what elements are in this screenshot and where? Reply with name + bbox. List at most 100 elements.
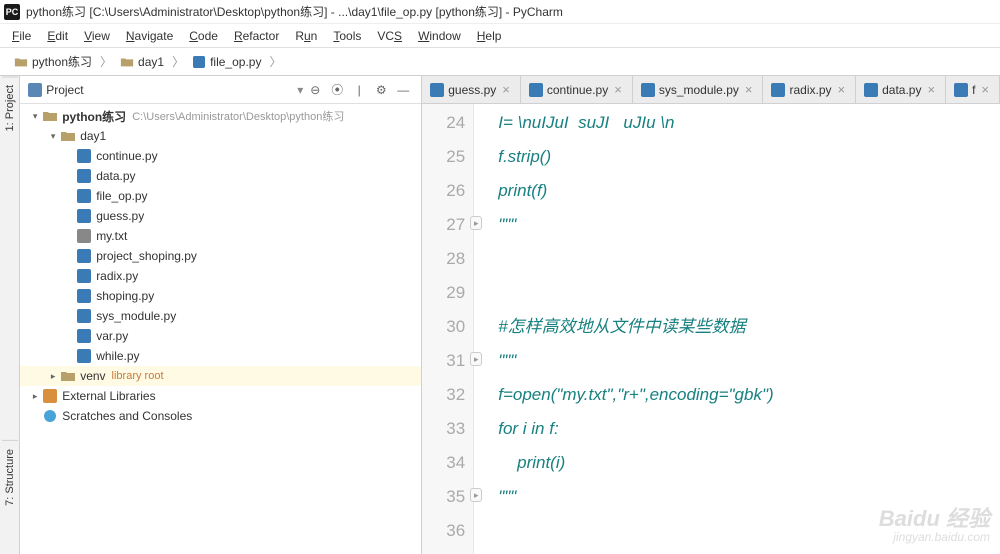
code-line[interactable]: """ [498, 208, 994, 242]
editor-tab[interactable]: guess.py × [422, 76, 521, 103]
tree-label: continue.py [96, 149, 157, 163]
python-file-icon [954, 83, 968, 97]
tree-file[interactable]: guess.py [20, 206, 421, 226]
tree-hint: library root [112, 370, 164, 382]
tab-label: sys_module.py [659, 83, 739, 97]
tree-label: day1 [80, 129, 106, 143]
menu-edit[interactable]: Edit [39, 27, 76, 45]
close-icon[interactable]: × [612, 82, 624, 97]
python-file-icon [641, 83, 655, 97]
tab-label: data.py [882, 83, 921, 97]
project-tree[interactable]: ▾ python练习 C:\Users\Administrator\Deskto… [20, 104, 421, 554]
close-icon[interactable]: × [743, 82, 755, 97]
main-area: 1: Project 7: Structure Project ▾ ⊖ ⦿ | … [0, 76, 1000, 554]
chevron-right-icon[interactable]: ▸ [28, 391, 42, 402]
chevron-down-icon[interactable]: ▾ [46, 131, 60, 142]
code-line[interactable]: print(f) [498, 174, 994, 208]
menu-help[interactable]: Help [469, 27, 510, 45]
folder-icon [42, 109, 58, 123]
left-tool-gutter: 1: Project 7: Structure [0, 76, 20, 554]
tool-tab-structure[interactable]: 7: Structure [2, 440, 18, 514]
chevron-down-icon[interactable]: ▾ [28, 111, 42, 122]
editor-tab[interactable]: continue.py × [521, 76, 633, 103]
tree-file[interactable]: data.py [20, 166, 421, 186]
tool-tab-label: 7: Structure [4, 449, 16, 506]
menu-bar: File Edit View Navigate Code Refactor Ru… [0, 24, 1000, 48]
code-line[interactable]: """ [498, 480, 994, 514]
code-line[interactable] [498, 548, 994, 554]
code-line[interactable] [498, 276, 994, 310]
close-icon[interactable]: × [925, 82, 937, 97]
tree-file[interactable]: while.py [20, 346, 421, 366]
editor-tab[interactable]: radix.py × [763, 76, 856, 103]
breadcrumb-file[interactable]: file_op.py [186, 53, 267, 71]
divider-icon: | [349, 80, 369, 100]
tree-file[interactable]: radix.py [20, 266, 421, 286]
chevron-down-icon[interactable]: ▾ [297, 83, 303, 97]
editor-tab[interactable]: data.py × [856, 76, 946, 103]
code-body[interactable]: I= \nuIJuI suJI uJIu \nf.strip()print(f)… [492, 104, 1000, 554]
tree-file[interactable]: shoping.py [20, 286, 421, 306]
code-line[interactable]: """ [498, 344, 994, 378]
tree-file[interactable]: continue.py [20, 146, 421, 166]
code-editor[interactable]: 2425262728293031323334353637 ▸▸▸ I= \nuI… [422, 104, 1000, 554]
menu-run[interactable]: Run [287, 27, 325, 45]
code-line[interactable]: f.strip() [498, 140, 994, 174]
python-file-icon [430, 83, 444, 97]
target-icon[interactable]: ⦿ [327, 80, 347, 100]
fold-marker[interactable]: ▸ [470, 216, 482, 230]
tab-label: radix.py [789, 83, 831, 97]
code-line[interactable]: f=open("my.txt","r+",encoding="gbk") [498, 378, 994, 412]
tree-label: data.py [96, 169, 135, 183]
code-line[interactable] [498, 242, 994, 276]
menu-refactor[interactable]: Refactor [226, 27, 287, 45]
tree-folder-venv[interactable]: ▸ venv library root [20, 366, 421, 386]
tab-label: continue.py [547, 83, 608, 97]
tree-external-libraries[interactable]: ▸ External Libraries [20, 386, 421, 406]
tool-tab-project[interactable]: 1: Project [2, 76, 18, 139]
tree-folder-day1[interactable]: ▾ day1 [20, 126, 421, 146]
hide-icon[interactable]: — [393, 80, 413, 100]
tree-label: venv [80, 369, 105, 383]
code-line[interactable]: #怎样高效地从文件中读某些数据 [498, 310, 994, 344]
menu-file[interactable]: File [4, 27, 39, 45]
text-file-icon [76, 229, 92, 243]
menu-vcs[interactable]: VCS [369, 27, 410, 45]
tree-label: file_op.py [96, 189, 147, 203]
code-line[interactable]: I= \nuIJuI suJI uJIu \n [498, 106, 994, 140]
tree-label: guess.py [96, 209, 144, 223]
tree-scratches[interactable]: Scratches and Consoles [20, 406, 421, 426]
tree-root[interactable]: ▾ python练习 C:\Users\Administrator\Deskto… [20, 106, 421, 126]
menu-window[interactable]: Window [410, 27, 469, 45]
code-line[interactable]: for i in f: [498, 412, 994, 446]
editor-tab[interactable]: sys_module.py × [633, 76, 764, 103]
gear-icon[interactable]: ⚙ [371, 80, 391, 100]
close-icon[interactable]: × [979, 82, 991, 97]
tree-file[interactable]: project_shoping.py [20, 246, 421, 266]
tree-label: External Libraries [62, 389, 155, 403]
tree-label: radix.py [96, 269, 138, 283]
close-icon[interactable]: × [500, 82, 512, 97]
breadcrumb-root[interactable]: python练习 [8, 51, 98, 72]
code-line[interactable] [498, 514, 994, 548]
menu-view[interactable]: View [76, 27, 118, 45]
code-line[interactable]: print(i) [498, 446, 994, 480]
menu-code[interactable]: Code [181, 27, 226, 45]
tree-file[interactable]: var.py [20, 326, 421, 346]
scratches-icon [42, 409, 58, 423]
menu-tools[interactable]: Tools [325, 27, 369, 45]
editor-tab[interactable]: f × [946, 76, 1000, 103]
fold-marker[interactable]: ▸ [470, 352, 482, 366]
breadcrumb-day1[interactable]: day1 [114, 53, 170, 71]
tree-label: project_shoping.py [96, 249, 197, 263]
tree-file[interactable]: file_op.py [20, 186, 421, 206]
python-file-icon [76, 169, 92, 183]
fold-marker[interactable]: ▸ [470, 488, 482, 502]
close-icon[interactable]: × [836, 82, 848, 97]
collapse-icon[interactable]: ⊖ [305, 80, 325, 100]
tree-file[interactable]: my.txt [20, 226, 421, 246]
menu-navigate[interactable]: Navigate [118, 27, 181, 45]
tree-file[interactable]: sys_module.py [20, 306, 421, 326]
tree-hint: C:\Users\Administrator\Desktop\python练习 [132, 108, 344, 124]
chevron-right-icon[interactable]: ▸ [46, 371, 60, 382]
